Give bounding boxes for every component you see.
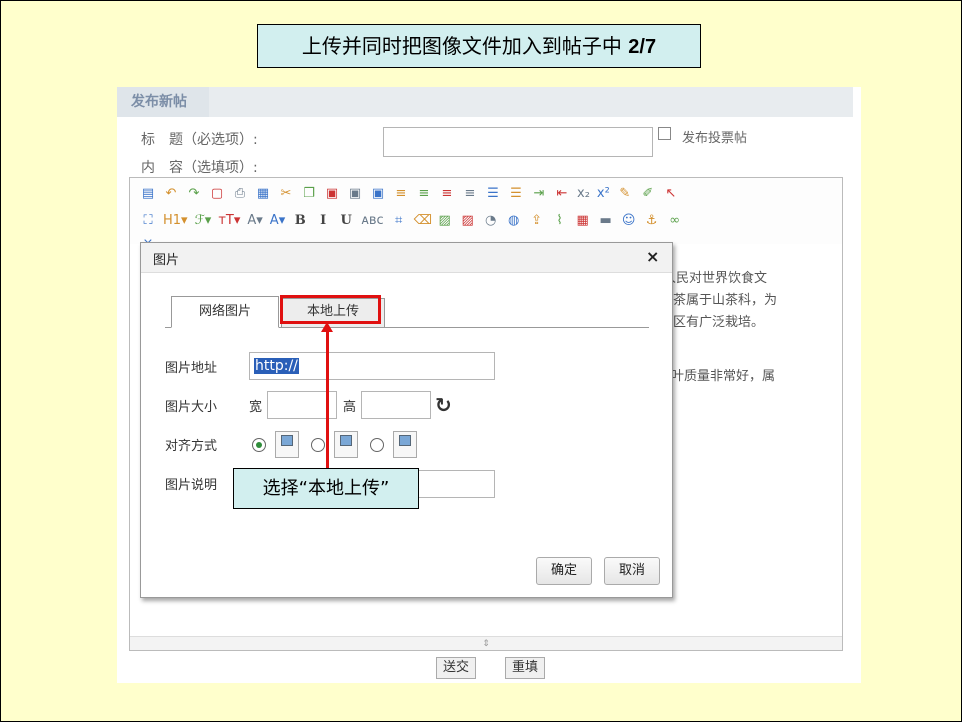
emoticon-icon[interactable]: ☺: [621, 213, 637, 229]
print-icon[interactable]: ⎙: [232, 186, 248, 202]
unordered-list-icon[interactable]: ☰: [508, 186, 524, 202]
heading-icon[interactable]: H1▾: [163, 213, 188, 229]
reset-size-icon[interactable]: ↻: [435, 393, 452, 417]
url-value: http://: [254, 358, 299, 374]
redo-icon[interactable]: ↷: [186, 186, 202, 202]
content-line-3: 地区有广泛栽培。: [660, 315, 765, 330]
slide-step: 2/7: [628, 36, 657, 58]
height-label: 高: [343, 400, 357, 415]
copy-icon[interactable]: ❐: [301, 186, 317, 202]
ordered-list-icon[interactable]: ☰: [485, 186, 501, 202]
strikethrough-icon[interactable]: ᴀʙᴄ: [361, 213, 383, 229]
bold-icon[interactable]: B: [292, 213, 308, 229]
content-line-4: 茶叶质量非常好，属: [658, 369, 776, 384]
media-icon[interactable]: ◍: [506, 213, 522, 229]
font-size-icon[interactable]: тT▾: [218, 213, 240, 229]
align-right-radio[interactable]: [370, 438, 384, 452]
template-icon[interactable]: ▦: [255, 186, 271, 202]
panel-tabbar: 发布新帖: [117, 87, 853, 117]
image-icon[interactable]: ▨: [437, 213, 453, 229]
close-icon[interactable]: ×: [646, 247, 659, 266]
eraser-icon[interactable]: ⌫: [414, 213, 432, 229]
highlight-icon[interactable]: A▾: [270, 213, 285, 229]
cursor-icon[interactable]: ↖: [663, 186, 679, 202]
link-icon[interactable]: ∞: [667, 213, 683, 229]
url-label: 图片地址: [165, 361, 218, 376]
height-input[interactable]: [361, 391, 431, 419]
toolbar-row-1: ▤ ↶ ↷ ▢ ⎙ ▦ ✂ ❐ ▣ ▣ ▣ ≡ ≡ ≡ ≡ ☰ ☰ ⇥ ⇤ x₂ x² ✎ ✐ ↖: [140, 186, 679, 202]
vote-checkbox[interactable]: [658, 127, 671, 140]
align-left-radio[interactable]: [311, 438, 325, 452]
content-label: 内 容（选填项）:: [141, 160, 258, 176]
flash-icon[interactable]: ◔: [483, 213, 499, 229]
font-color-icon[interactable]: A▾: [247, 213, 262, 229]
slide-title-text: 上传并同时把图像文件加入到帖子中: [301, 34, 629, 58]
editor-toolbar: ▤ ↶ ↷ ▢ ⎙ ▦ ✂ ❐ ▣ ▣ ▣ ≡ ≡ ≡ ≡ ☰ ☰ ⇥ ⇤ x₂ x² ✎ ✐ ↖ ⛶ H1▾ ℱ▾ тT▾ A▾ A▾…: [130, 178, 842, 244]
indent-icon[interactable]: ⇥: [531, 186, 547, 202]
reset-button[interactable]: 重填: [505, 657, 545, 679]
desc-label: 图片说明: [165, 478, 218, 493]
ok-button[interactable]: 确定: [536, 557, 592, 585]
toolbar-row-2: ⛶ H1▾ ℱ▾ тT▾ A▾ A▾ B I Uᴀʙᴄ ⌗ ⌫ ▨ ▨ ◔ ◍ ⇪ ⌇ ▦ ▬ ☺ ⚓ ∞: [140, 213, 683, 229]
align-right-image-icon: [393, 431, 417, 458]
highlight-box: [280, 295, 381, 324]
align-none-radio[interactable]: [252, 438, 266, 452]
content-line-2: 。茶属于山茶科，为: [660, 293, 778, 308]
undo-icon[interactable]: ↶: [163, 186, 179, 202]
dialog-header: 图片 ×: [141, 243, 672, 273]
attachment-icon[interactable]: ⌇: [552, 213, 568, 229]
align-label: 对齐方式: [165, 439, 218, 454]
arrow-head-icon: [321, 322, 333, 332]
image-url-input[interactable]: http://: [249, 352, 495, 380]
image-dialog: 图片 × 网络图片 本地上传 图片地址 http:// 图片大小 宽 高 ↻ 对…: [140, 242, 673, 598]
horizontal-rule-icon[interactable]: ▬: [598, 213, 614, 229]
clear-format-icon[interactable]: ✎: [617, 186, 633, 202]
title-input[interactable]: [383, 127, 653, 157]
arrow-line: [326, 329, 329, 469]
dialog-title: 图片: [153, 253, 180, 268]
editor-resize-handle[interactable]: ⇕: [130, 636, 842, 650]
cancel-button[interactable]: 取消: [604, 557, 660, 585]
upload-icon[interactable]: ⇪: [529, 213, 545, 229]
align-none-image-icon: [275, 431, 299, 458]
special-chars-icon[interactable]: ⌗: [391, 213, 407, 229]
tab-web-image[interactable]: 网络图片: [171, 296, 279, 328]
fullscreen-icon[interactable]: ⛶: [140, 213, 156, 229]
underline-icon[interactable]: U: [338, 213, 354, 229]
title-label: 标 题（必选项）:: [141, 132, 258, 148]
table-icon[interactable]: ▦: [575, 213, 591, 229]
italic-icon[interactable]: I: [315, 213, 331, 229]
source-icon[interactable]: ▤: [140, 186, 156, 202]
tab-new-post[interactable]: 发布新帖: [117, 87, 209, 117]
cut-icon[interactable]: ✂: [278, 186, 294, 202]
align-left-image-icon: [334, 431, 358, 458]
preview-icon[interactable]: ▢: [209, 186, 225, 202]
multi-image-icon[interactable]: ▨: [460, 213, 476, 229]
align-center-icon[interactable]: ≡: [416, 186, 432, 202]
size-label: 图片大小: [165, 400, 218, 415]
paste-word-icon[interactable]: ▣: [370, 186, 386, 202]
subscript-icon[interactable]: x₂: [577, 186, 590, 202]
font-family-icon[interactable]: ℱ▾: [195, 213, 212, 229]
paste-icon[interactable]: ▣: [324, 186, 340, 202]
submit-button[interactable]: 送交: [436, 657, 476, 679]
select-all-icon[interactable]: ✐: [640, 186, 656, 202]
slide-title: 上传并同时把图像文件加入到帖子中 2/7: [257, 24, 701, 68]
width-label: 宽: [249, 400, 263, 415]
anchor-icon[interactable]: ⚓: [644, 213, 660, 229]
outdent-icon[interactable]: ⇤: [554, 186, 570, 202]
justify-icon[interactable]: ≡: [462, 186, 478, 202]
paste-text-icon[interactable]: ▣: [347, 186, 363, 202]
align-right-icon[interactable]: ≡: [439, 186, 455, 202]
align-left-icon[interactable]: ≡: [393, 186, 409, 202]
callout: 选择“本地上传”: [233, 468, 419, 509]
superscript-icon[interactable]: x²: [597, 186, 610, 202]
vote-label: 发布投票帖: [682, 131, 748, 146]
